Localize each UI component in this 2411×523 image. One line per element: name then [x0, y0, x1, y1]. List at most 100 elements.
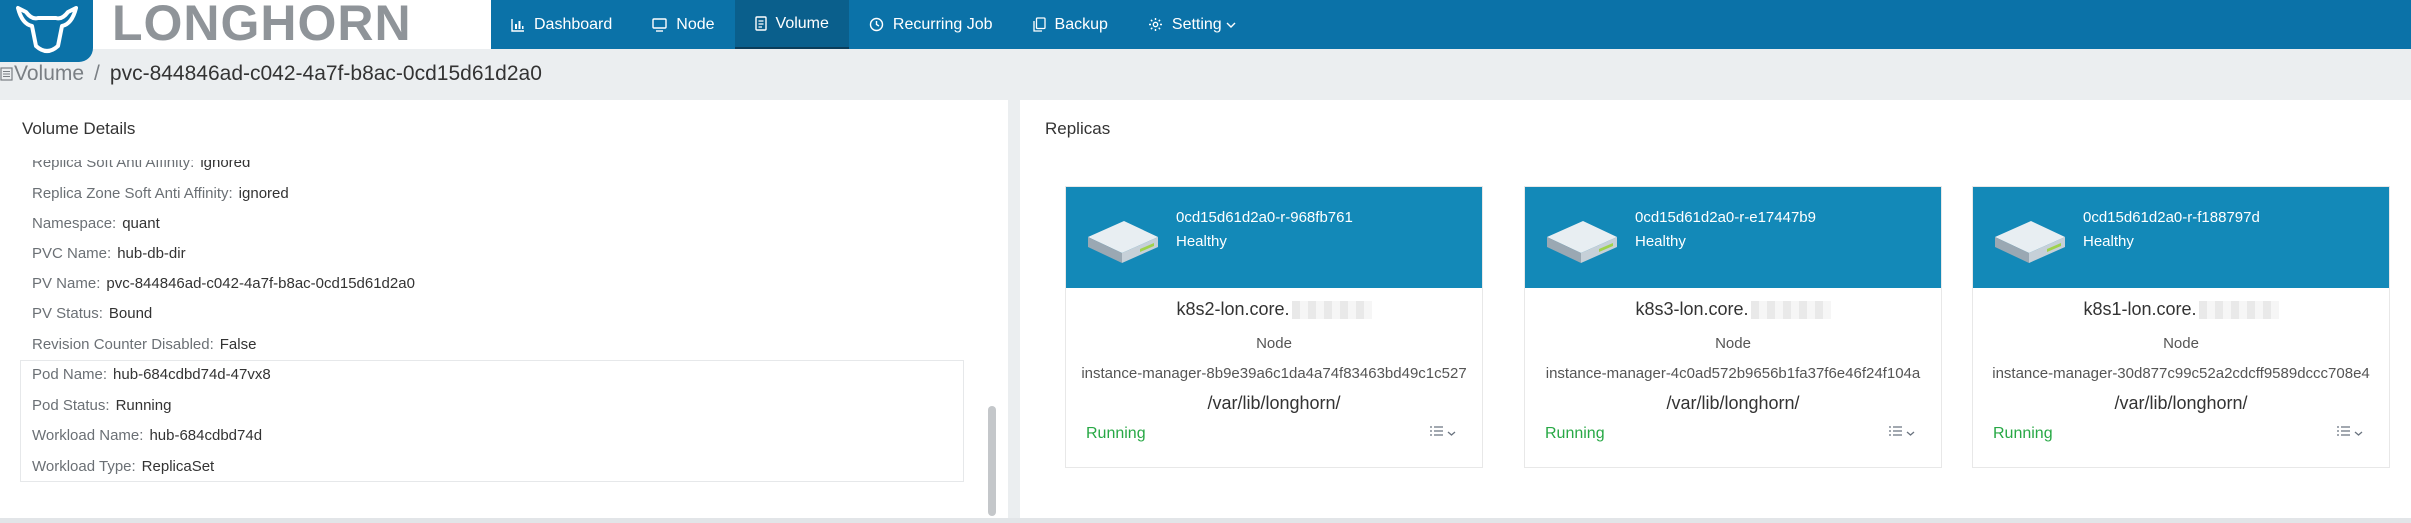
detail-label: Revision Counter Disabled: — [32, 336, 214, 353]
replica-actions-menu[interactable] — [2337, 424, 2363, 442]
detail-row: Pod Status: Running — [32, 397, 171, 414]
nav-backup[interactable]: Backup — [1013, 0, 1128, 49]
redacted-block — [2198, 301, 2279, 320]
list-menu-icon — [1430, 424, 1444, 442]
nav-volume-label: Volume — [775, 14, 829, 32]
breadcrumb-separator: / — [94, 62, 100, 85]
detail-value: Running — [115, 397, 172, 414]
replica-host-text: k8s1-lon.core. — [2083, 299, 2197, 319]
detail-value: pvc-844846ad-c042-4a7f-b8ac-0cd15d61d2a0 — [106, 275, 415, 292]
breadcrumb-current: pvc-844846ad-c042-4a7f-b8ac-0cd15d61d2a0 — [109, 62, 542, 85]
detail-label: Workload Name: — [32, 427, 144, 444]
replica-health: Healthy — [1176, 233, 1227, 250]
detail-label: PV Name: — [32, 275, 101, 292]
detail-value: ReplicaSet — [141, 458, 215, 475]
breadcrumb-volume-link[interactable]: Volume — [14, 62, 84, 86]
replica-card-header: 0cd15d61d2a0-r-f188797d Healthy — [1973, 187, 2389, 288]
document-icon — [754, 16, 767, 31]
detail-row: PVC Name: hub-db-dir — [32, 245, 186, 262]
nav-dashboard[interactable]: Dashboard — [491, 0, 632, 49]
brand-area: LONGHORN — [0, 0, 491, 62]
detail-row: Revision Counter Disabled: False — [32, 336, 256, 353]
detail-value: hub-684cdbd74d — [149, 427, 263, 444]
longhorn-logo-icon[interactable] — [0, 0, 93, 62]
nav-dashboard-label: Dashboard — [534, 15, 613, 33]
replica-name: 0cd15d61d2a0-r-968fb761 — [1176, 209, 1353, 226]
chevron-down-icon — [1226, 21, 1236, 29]
copy-icon — [1032, 17, 1046, 32]
replica-host: k8s3-lon.core. — [1525, 299, 1941, 320]
detail-label: Replica Soft Anti Affinity: — [32, 154, 195, 171]
replica-status: Running — [1545, 425, 1605, 442]
replica-status: Running — [1993, 425, 2053, 442]
replica-host: k8s1-lon.core. — [1973, 299, 2389, 320]
detail-row: Workload Type: ReplicaSet — [32, 458, 214, 475]
detail-label: PV Status: — [32, 305, 103, 322]
replicas-title: Replicas — [1045, 119, 1111, 138]
detail-row: PV Name: pvc-844846ad-c042-4a7f-b8ac-0cd1… — [32, 275, 415, 292]
replica-card-header: 0cd15d61d2a0-r-968fb761 Healthy — [1066, 187, 1482, 288]
detail-value: hub-db-dir — [117, 245, 186, 262]
volume-details-title: Volume Details — [22, 119, 136, 138]
detail-row: PV Status: Bound — [32, 305, 152, 322]
list-menu-icon — [1889, 424, 1903, 442]
list-icon — [0, 67, 13, 81]
node-label: Node — [1715, 335, 1751, 352]
replicas-panel: Replicas 0cd15d61d2a0-r-968fb761 Healthy… — [1020, 100, 2411, 518]
disk-icon — [1088, 221, 1158, 263]
data-path: /var/lib/longhorn/ — [2114, 393, 2248, 413]
detail-row: Replica Soft Anti Affinity: ignored — [32, 154, 251, 171]
list-menu-icon — [2337, 424, 2351, 442]
detail-label: Namespace: — [32, 215, 117, 232]
disk-icon — [1995, 221, 2065, 263]
replica-card: 0cd15d61d2a0-r-e17447b9 Healthy k8s3-lon… — [1524, 186, 1942, 468]
detail-row: Namespace: quant — [32, 215, 160, 232]
nav-node[interactable]: Node — [632, 0, 734, 49]
replica-health: Healthy — [1635, 233, 1686, 250]
detail-label: Workload Type: — [32, 458, 136, 475]
disk-icon — [1547, 221, 1617, 263]
nav-node-label: Node — [676, 15, 715, 33]
scrollbar-thumb[interactable] — [988, 406, 996, 516]
nav-recurring-job[interactable]: Recurring Job — [849, 0, 1013, 49]
detail-value: False — [219, 336, 257, 353]
replica-host-text: k8s2-lon.core. — [1176, 299, 1290, 319]
detail-value: ignored — [238, 185, 289, 202]
replica-actions-menu[interactable] — [1889, 424, 1915, 442]
detail-label: Pod Name: — [32, 366, 108, 383]
instance-manager: instance-manager-4c0ad572b9656b1fa37f6e4… — [1545, 365, 1921, 382]
nav-setting-label: Setting — [1171, 15, 1222, 33]
top-navigation-bar: LONGHORN Dashboard Node Volume Recurring… — [0, 0, 2411, 62]
detail-row: Replica Zone Soft Anti Affinity: ignored — [32, 185, 289, 202]
data-path: /var/lib/longhorn/ — [1207, 393, 1341, 413]
detail-row: Pod Name: hub-684cdbd74d-47vx8 — [32, 366, 271, 383]
replica-actions-menu[interactable] — [1430, 424, 1456, 442]
data-path: /var/lib/longhorn/ — [1666, 393, 1800, 413]
main-nav: Dashboard Node Volume Recurring Job Back… — [491, 0, 1256, 49]
detail-value: ignored — [200, 154, 251, 171]
node-label: Node — [2163, 335, 2199, 352]
replica-status: Running — [1086, 425, 1146, 442]
nav-setting[interactable]: Setting — [1128, 0, 1256, 49]
details-scrollbar[interactable] — [986, 100, 998, 518]
instance-manager: instance-manager-8b9e39a6c1da4a74f83463b… — [1081, 365, 1467, 382]
replica-host-text: k8s3-lon.core. — [1635, 299, 1749, 319]
node-label: Node — [1256, 335, 1292, 352]
nav-backup-label: Backup — [1054, 15, 1108, 33]
detail-value: hub-684cdbd74d-47vx8 — [113, 366, 271, 383]
nav-volume[interactable]: Volume — [734, 0, 849, 49]
detail-label: Replica Zone Soft Anti Affinity: — [32, 185, 233, 202]
chevron-down-icon — [1447, 430, 1456, 437]
replica-health: Healthy — [2083, 233, 2134, 250]
replica-card: 0cd15d61d2a0-r-968fb761 Healthy k8s2-lon… — [1065, 186, 1483, 468]
replica-name: 0cd15d61d2a0-r-e17447b9 — [1635, 209, 1816, 226]
nav-recurring-job-label: Recurring Job — [892, 15, 993, 33]
redacted-block — [1291, 301, 1372, 320]
instance-manager: instance-manager-30d877c99c52a2cdcff9589… — [1992, 365, 2370, 382]
detail-value: quant — [122, 215, 160, 232]
breadcrumb: Volume / pvc-844846ad-c042-4a7f-b8ac-0cd… — [0, 49, 2411, 99]
replica-card-header: 0cd15d61d2a0-r-e17447b9 Healthy — [1525, 187, 1941, 288]
bottom-divider — [0, 518, 2411, 523]
redacted-block — [1750, 301, 1831, 320]
volume-details-panel: Volume Details Replica Soft Anti Affinit… — [0, 100, 1008, 518]
